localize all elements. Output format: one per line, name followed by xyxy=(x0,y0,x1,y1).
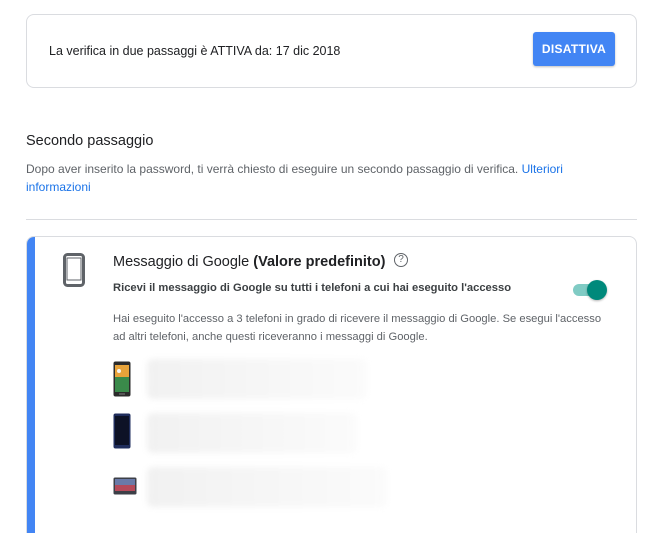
toggle-knob xyxy=(587,280,607,300)
method-title-text: Messaggio di Google xyxy=(113,254,250,270)
device-row-tablet xyxy=(113,463,387,513)
disable-button[interactable]: DISATTIVA xyxy=(533,32,615,66)
all-phones-toggle-label: Ricevi il messaggio di Google su tutti i… xyxy=(113,282,512,294)
device-row-android xyxy=(113,355,373,405)
phone-icon xyxy=(63,253,85,287)
card-accent-bar xyxy=(27,237,35,533)
two-step-status-text: La verifica in due passaggi è ATTIVA da:… xyxy=(49,44,341,58)
method-title: Messaggio di Google (Valore predefinito) xyxy=(113,254,385,270)
tablet-thumbnail xyxy=(113,477,137,495)
android-phone-thumbnail xyxy=(113,361,131,397)
device-name-redacted xyxy=(147,359,367,399)
all-phones-toggle[interactable] xyxy=(573,280,607,300)
device-name-redacted xyxy=(147,413,357,453)
section-description: Dopo aver inserito la password, ti verrà… xyxy=(26,160,626,196)
section-title: Secondo passaggio xyxy=(26,133,154,149)
default-tag: (Valore predefinito) xyxy=(253,254,386,270)
divider xyxy=(26,219,637,220)
two-step-status-card: La verifica in due passaggi è ATTIVA da:… xyxy=(26,14,637,88)
google-prompt-card: Messaggio di Google (Valore predefinito)… xyxy=(26,236,637,533)
dark-phone-thumbnail xyxy=(113,413,131,449)
devices-note: Hai eseguito l'accesso a 3 telefoni in g… xyxy=(113,313,602,343)
section-description-text: Dopo aver inserito la password, ti verrà… xyxy=(26,162,519,176)
device-row-dark-phone xyxy=(113,409,373,459)
help-icon[interactable]: ? xyxy=(394,253,408,267)
device-name-redacted xyxy=(147,467,387,507)
